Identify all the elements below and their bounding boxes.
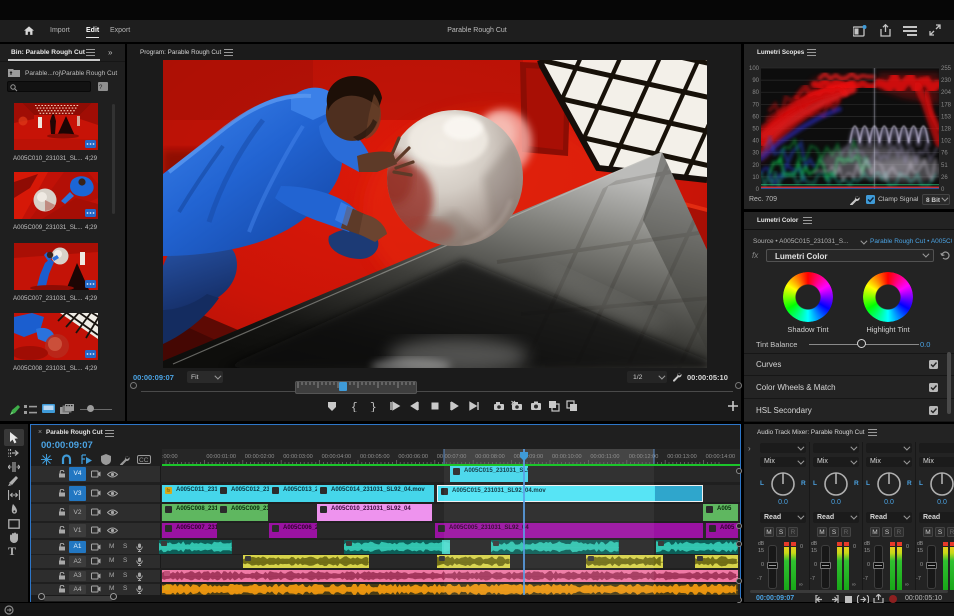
svg-text:80: 80 bbox=[752, 90, 759, 96]
svg-text:00:00:07:00: 00:00:07:00 bbox=[437, 454, 467, 460]
svg-text:20: 20 bbox=[752, 163, 759, 169]
svg-text:30: 30 bbox=[752, 151, 759, 157]
svg-text:76: 76 bbox=[941, 151, 948, 157]
svg-text:178: 178 bbox=[941, 102, 952, 108]
svg-text:102: 102 bbox=[941, 139, 952, 145]
svg-text:100: 100 bbox=[749, 66, 760, 72]
svg-text:00:00:02:00: 00:00:02:00 bbox=[245, 454, 275, 460]
svg-text:00:00:01:00: 00:00:01:00 bbox=[206, 454, 236, 460]
svg-text:{: { bbox=[351, 402, 358, 412]
svg-text:10: 10 bbox=[752, 175, 759, 181]
svg-text:00:00:03:00: 00:00:03:00 bbox=[283, 454, 313, 460]
svg-text:0: 0 bbox=[756, 187, 760, 193]
svg-text:40: 40 bbox=[752, 139, 759, 145]
svg-text:00:00:14:00: 00:00:14:00 bbox=[706, 454, 736, 460]
svg-text:255: 255 bbox=[941, 66, 952, 72]
svg-text:204: 204 bbox=[941, 90, 952, 96]
svg-text:50: 50 bbox=[752, 127, 759, 133]
svg-text:26: 26 bbox=[941, 175, 948, 181]
svg-text:90: 90 bbox=[752, 78, 759, 84]
svg-text:0: 0 bbox=[941, 187, 945, 193]
svg-text:00:00:05:00: 00:00:05:00 bbox=[360, 454, 390, 460]
svg-text:00:00:08:00: 00:00:08:00 bbox=[475, 454, 505, 460]
svg-text:00:00:11:00: 00:00:11:00 bbox=[590, 454, 619, 460]
svg-text:00:00:10:00: 00:00:10:00 bbox=[552, 454, 582, 460]
svg-text:153: 153 bbox=[941, 114, 952, 120]
svg-text:70: 70 bbox=[752, 102, 759, 108]
svg-text:CC: CC bbox=[139, 457, 149, 464]
svg-text:00:00:13:00: 00:00:13:00 bbox=[667, 454, 697, 460]
svg-text::00:00: :00:00 bbox=[162, 454, 178, 460]
svg-text:00:00:06:00: 00:00:06:00 bbox=[398, 454, 428, 460]
svg-text:230: 230 bbox=[941, 78, 952, 84]
svg-text:128: 128 bbox=[941, 127, 952, 133]
svg-text:00:00:04:00: 00:00:04:00 bbox=[322, 454, 352, 460]
svg-text:60: 60 bbox=[752, 114, 759, 120]
svg-text:}: } bbox=[370, 402, 377, 412]
svg-text:51: 51 bbox=[941, 163, 948, 169]
